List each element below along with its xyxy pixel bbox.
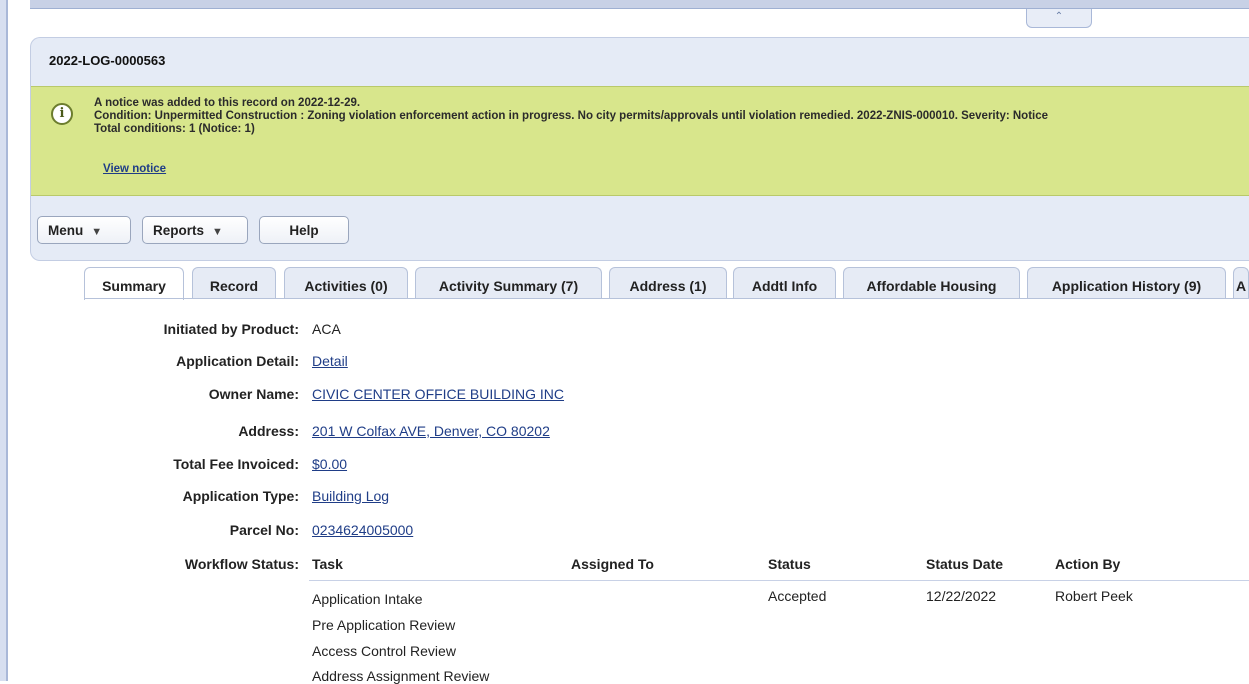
total-fee-label: Total Fee Invoiced: (173, 456, 299, 472)
wf-task-cell: Application Intake (312, 591, 423, 607)
address-link[interactable]: 201 W Colfax AVE, Denver, CO 80202 (312, 423, 550, 439)
wf-header-status-date: Status Date (926, 556, 1004, 572)
wf-header-divider (309, 580, 1249, 581)
wf-task-cell: Access Control Review (312, 643, 456, 659)
application-type-label: Application Type: (182, 488, 299, 504)
application-detail-label: Application Detail: (176, 353, 299, 369)
help-button-label: Help (289, 223, 319, 238)
tab-activities[interactable]: Activities (0) (284, 267, 408, 299)
wf-header-status: Status (768, 556, 811, 572)
reports-button[interactable]: Reports ▼ (142, 216, 248, 244)
application-detail-link[interactable]: Detail (312, 353, 348, 369)
wf-header-assigned: Assigned To (571, 556, 654, 572)
parcel-no-link[interactable]: 0234624005000 (312, 522, 413, 538)
notice-line-3: Total conditions: 1 (Notice: 1) (94, 123, 255, 135)
notice-line-1: A notice was added to this record on 202… (94, 97, 361, 109)
notice-line-2: Condition: Unpermitted Construction : Zo… (94, 110, 1049, 122)
wf-header-action-by: Action By (1055, 556, 1121, 572)
top-bar (30, 0, 1249, 9)
menu-button-label: Menu (48, 223, 84, 238)
tab-affordable-housing[interactable]: Affordable Housing (843, 267, 1020, 299)
dropdown-icon: ▼ (212, 226, 223, 238)
tab-address[interactable]: Address (1) (609, 267, 727, 299)
tab-divider (84, 298, 1249, 299)
wf-header-task: Task (312, 556, 343, 572)
view-notice-link[interactable]: View notice (103, 163, 166, 175)
notice-banner: i A notice was added to this record on 2… (31, 86, 1249, 196)
record-header-panel: 2022-LOG-0000563 i A notice was added to… (30, 37, 1249, 261)
menu-button[interactable]: Menu ▼ (37, 216, 131, 244)
parcel-no-label: Parcel No: (229, 522, 299, 538)
dropdown-icon: ▼ (91, 226, 103, 238)
owner-name-link[interactable]: CIVIC CENTER OFFICE BUILDING INC (312, 386, 564, 402)
wf-date-cell: 12/22/2022 (926, 588, 997, 604)
record-id: 2022-LOG-0000563 (49, 53, 166, 68)
info-icon: i (51, 103, 73, 125)
reports-button-label: Reports (153, 223, 205, 238)
tab-application-history[interactable]: Application History (9) (1027, 267, 1226, 299)
wf-task-cell: Pre Application Review (312, 617, 456, 633)
double-chevron-up-icon: ⌃ (1054, 11, 1064, 22)
initiated-by-label: Initiated by Product: (163, 321, 299, 337)
wf-status-cell: Accepted (768, 588, 827, 604)
owner-name-label: Owner Name: (208, 386, 299, 402)
total-fee-link[interactable]: $0.00 (312, 456, 347, 472)
workflow-status-label: Workflow Status: (184, 556, 299, 572)
collapse-toggle[interactable]: ⌃ (1026, 9, 1092, 28)
tab-overflow[interactable]: A (1233, 267, 1249, 299)
help-button[interactable]: Help (259, 216, 349, 244)
tab-record[interactable]: Record (192, 267, 276, 299)
wf-action-by-cell: Robert Peek (1055, 588, 1133, 604)
tab-summary[interactable]: Summary (84, 267, 184, 300)
tab-activity-summary[interactable]: Activity Summary (7) (415, 267, 602, 299)
address-label: Address: (238, 423, 299, 439)
notice-text: A notice was added to this record on 202… (94, 97, 1048, 136)
application-type-link[interactable]: Building Log (312, 488, 389, 504)
left-rail (0, 0, 8, 681)
initiated-by-value: ACA (312, 321, 341, 337)
tab-addtl-info[interactable]: Addtl Info (733, 267, 836, 299)
wf-task-cell: Address Assignment Review (312, 668, 490, 684)
